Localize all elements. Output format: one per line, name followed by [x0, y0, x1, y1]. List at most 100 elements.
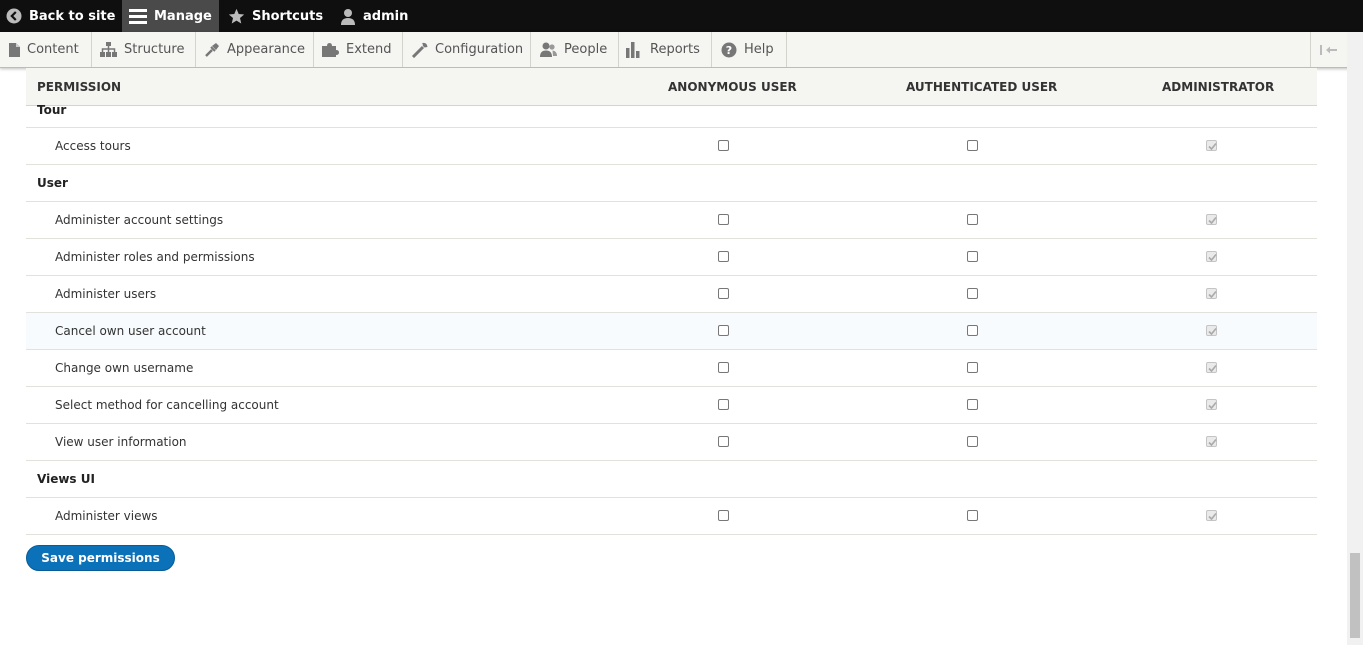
authenticated-checkbox[interactable] — [967, 510, 978, 521]
administrator-checkbox — [1206, 436, 1217, 447]
header-administrator: ADMINISTRATOR — [1162, 80, 1275, 94]
permission-row: Administer roles and permissions — [26, 239, 1317, 276]
administrator-checkbox — [1206, 325, 1217, 336]
tray-orientation-toggle[interactable] — [1310, 32, 1347, 67]
anonymous-checkbox[interactable] — [718, 251, 729, 262]
bar-chart-icon — [626, 41, 640, 58]
save-permissions-label: Save permissions — [41, 551, 160, 565]
permission-name: Select method for cancelling account — [55, 398, 279, 412]
header-authenticated-user: AUTHENTICATED USER — [906, 80, 1058, 94]
star-icon — [228, 8, 245, 24]
administrator-checkbox — [1206, 251, 1217, 262]
tray-item-label: Help — [744, 42, 774, 57]
anonymous-checkbox[interactable] — [718, 399, 729, 410]
tray-item-structure[interactable]: Structure — [92, 32, 196, 67]
scrollbar-thumb[interactable] — [1350, 553, 1360, 638]
wrench-icon — [411, 42, 428, 58]
authenticated-checkbox[interactable] — [967, 325, 978, 336]
anonymous-checkbox[interactable] — [718, 362, 729, 373]
authenticated-checkbox[interactable] — [967, 251, 978, 262]
header-anonymous-user: ANONYMOUS USER — [668, 80, 797, 94]
tray-item-label: Extend — [346, 42, 392, 57]
permission-name: Administer account settings — [55, 213, 224, 227]
permission-row: Access tours — [26, 128, 1317, 165]
tray-item-label: Reports — [650, 42, 700, 57]
tray-item-label: Structure — [124, 42, 185, 57]
checkmark-icon — [1208, 290, 1217, 299]
tray-item-people[interactable]: People — [531, 32, 619, 67]
user-label: admin — [363, 8, 409, 24]
authenticated-checkbox[interactable] — [967, 399, 978, 410]
tray-item-label: Configuration — [435, 42, 524, 57]
anonymous-checkbox[interactable] — [718, 140, 729, 151]
permission-name: Access tours — [55, 139, 131, 153]
puzzle-icon — [322, 43, 339, 57]
checkmark-icon — [1208, 401, 1217, 410]
table-header: PERMISSION ANONYMOUS USER AUTHENTICATED … — [26, 68, 1317, 106]
module-name: Tour — [37, 103, 67, 117]
module-name: Views UI — [37, 472, 95, 486]
checkmark-icon — [1208, 364, 1217, 373]
administrator-checkbox — [1206, 510, 1217, 521]
administrator-checkbox — [1206, 214, 1217, 225]
permission-name: Cancel own user account — [55, 324, 206, 338]
permission-name: Administer users — [55, 287, 157, 301]
save-permissions-button[interactable]: Save permissions — [26, 545, 175, 571]
tray-item-appearance[interactable]: Appearance — [196, 32, 314, 67]
manage-label: Manage — [154, 8, 212, 24]
user-tab[interactable]: admin — [340, 0, 408, 32]
checkmark-icon — [1208, 216, 1217, 225]
permission-name: Administer views — [55, 509, 158, 523]
permission-name: View user information — [55, 435, 187, 449]
anonymous-checkbox[interactable] — [718, 288, 729, 299]
authenticated-checkbox[interactable] — [967, 140, 978, 151]
checkmark-icon — [1208, 438, 1217, 447]
checkmark-icon — [1208, 512, 1217, 521]
checkmark-icon — [1208, 253, 1217, 262]
back-arrow-icon — [6, 8, 22, 24]
back-to-site-link[interactable]: Back to site — [6, 0, 115, 32]
permission-name: Administer roles and permissions — [55, 250, 255, 264]
tray-item-content[interactable]: Content — [0, 32, 92, 67]
module-name: User — [37, 176, 68, 190]
anonymous-checkbox[interactable] — [718, 510, 729, 521]
permission-row: Cancel own user account — [26, 313, 1317, 350]
authenticated-checkbox[interactable] — [967, 214, 978, 225]
tray-item-extend[interactable]: Extend — [314, 32, 403, 67]
anonymous-checkbox[interactable] — [718, 436, 729, 447]
authenticated-checkbox[interactable] — [967, 436, 978, 447]
administrator-checkbox — [1206, 140, 1217, 151]
module-row: Tour — [26, 103, 1317, 128]
tray-item-label: People — [564, 42, 608, 57]
hamburger-icon — [129, 8, 147, 24]
tray-item-reports[interactable]: Reports — [619, 32, 712, 67]
tray-item-configuration[interactable]: Configuration — [403, 32, 531, 67]
back-to-site-label: Back to site — [29, 8, 116, 24]
paintbrush-icon — [205, 43, 219, 57]
file-icon — [9, 42, 20, 57]
authenticated-checkbox[interactable] — [967, 288, 978, 299]
administrator-checkbox — [1206, 288, 1217, 299]
checkmark-icon — [1208, 142, 1217, 151]
tray-item-label: Content — [27, 42, 79, 57]
shortcuts-tab[interactable]: Shortcuts — [228, 0, 323, 32]
permission-name: Change own username — [55, 361, 194, 375]
permission-row: Change own username — [26, 350, 1317, 387]
page-scrollbar[interactable] — [1347, 32, 1363, 645]
permission-row: Administer users — [26, 276, 1317, 313]
sitemap-icon — [100, 42, 117, 57]
anonymous-checkbox[interactable] — [718, 214, 729, 225]
help-icon: ? — [721, 42, 737, 57]
permissions-table: PERMISSION ANONYMOUS USER AUTHENTICATED … — [26, 68, 1317, 535]
tray-item-label: Appearance — [227, 42, 306, 57]
tray-item-help[interactable]: ? Help — [712, 32, 787, 67]
authenticated-checkbox[interactable] — [967, 362, 978, 373]
permission-row: View user information — [26, 424, 1317, 461]
anonymous-checkbox[interactable] — [718, 325, 729, 336]
module-row: Views UI — [26, 461, 1317, 498]
admin-tray: Content Structure Appearance Extend Conf… — [0, 32, 1363, 68]
header-permission: PERMISSION — [37, 80, 122, 94]
manage-tab[interactable]: Manage — [122, 0, 219, 32]
collapse-arrow-icon — [1320, 44, 1337, 55]
shortcuts-label: Shortcuts — [252, 8, 324, 24]
